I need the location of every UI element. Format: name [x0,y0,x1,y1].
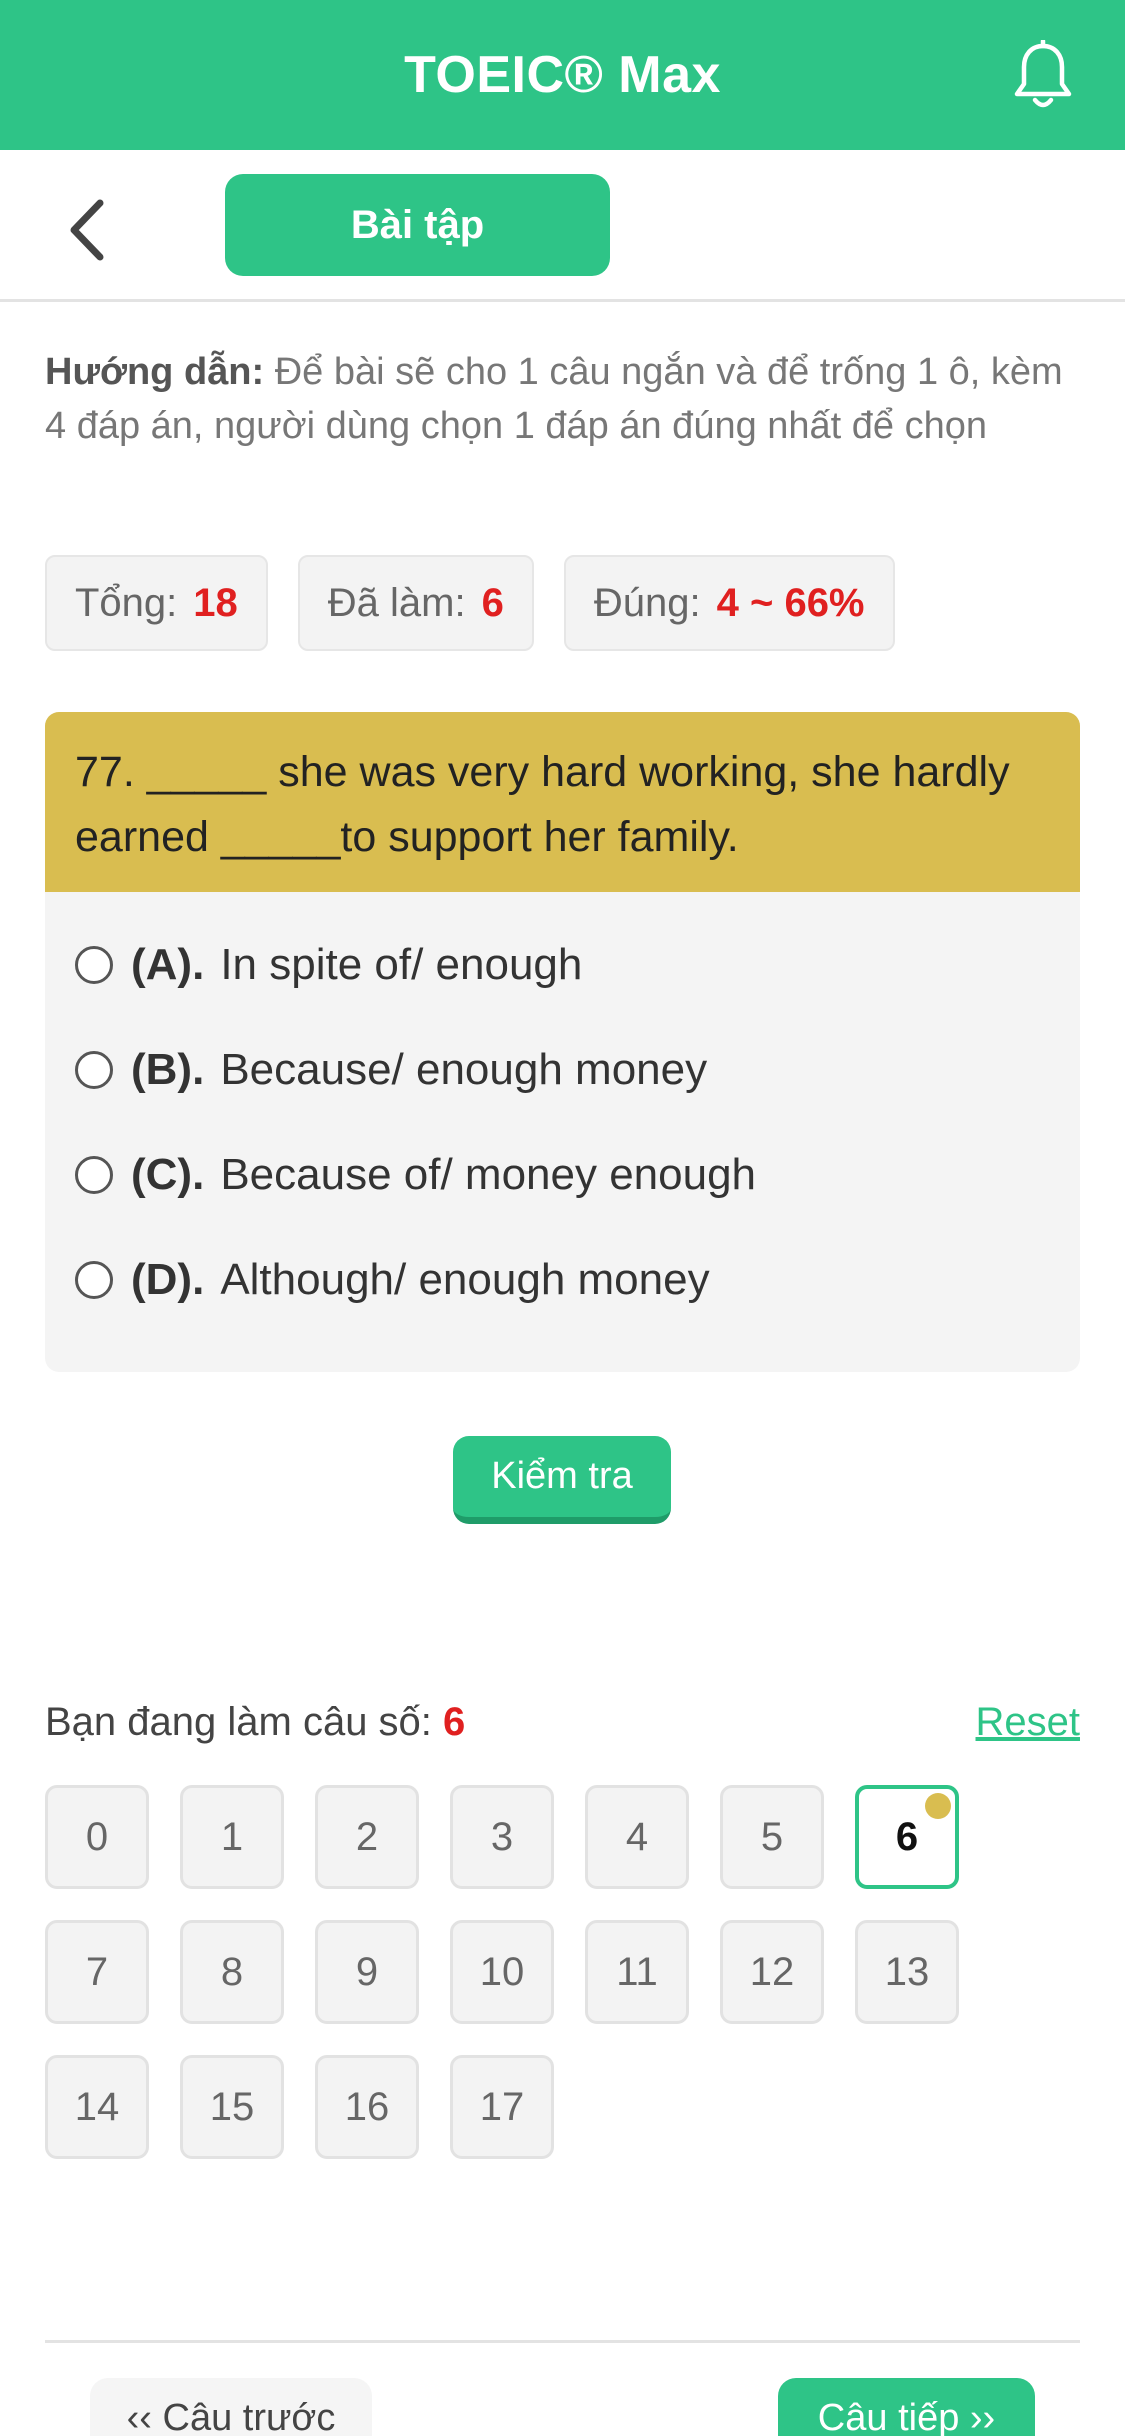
stat-total-value: 18 [193,580,238,625]
previous-question-button[interactable]: ‹‹ Câu trước [90,2378,372,2436]
page: TOEIC® Max Bài tập Hướng dẫn: Để bài sẽ … [0,0,1125,2436]
question-cell[interactable]: 2 [315,1785,419,1889]
radio-button[interactable] [75,945,113,984]
question-cell[interactable]: 5 [720,1785,824,1889]
question-cell-number: 6 [895,1814,919,1859]
question-cell[interactable]: 12 [720,1920,824,2024]
app-bar: TOEIC® Max [0,0,1125,150]
question-cell[interactable]: 0 [45,1785,149,1889]
option-text: In spite of/ enough [220,939,583,989]
divider [45,2340,1080,2343]
stat-total-label: Tổng: [75,580,178,625]
radio-button[interactable] [75,1260,113,1299]
question-cell[interactable]: 3 [450,1785,554,1889]
stat-total: Tổng: 18 [45,555,268,651]
option-d[interactable]: (D). Although/ enough money [45,1227,1080,1332]
stat-correct-label: Đúng: [593,580,701,625]
option-text: Because of/ money enough [220,1149,757,1199]
reset-link[interactable]: Reset [976,1700,1081,1745]
option-c[interactable]: (C). Because of/ money enough [45,1122,1080,1227]
option-letter: (B). [131,1044,205,1094]
question-cell[interactable]: 17 [450,2055,554,2159]
question-grid: 0 1 2 3 4 5 6 7 8 9 10 11 12 13 14 15 16… [45,1785,1085,2159]
option-a[interactable]: (A). In spite of/ enough [45,912,1080,1017]
stat-correct-value: 4 ~ 66% [716,580,865,625]
bell-icon[interactable] [1011,40,1075,112]
stat-done-label: Đã làm: [327,580,466,625]
stats-row: Tổng: 18 Đã làm: 6 Đúng: 4 ~ 66% [45,555,895,651]
stat-correct: Đúng: 4 ~ 66% [563,555,895,651]
question-cell[interactable]: 9 [315,1920,419,2024]
option-b[interactable]: (B). Because/ enough money [45,1017,1080,1122]
back-arrow-icon[interactable] [60,195,120,265]
option-text: Because/ enough money [220,1044,708,1094]
option-letter: (D). [131,1254,205,1304]
radio-button[interactable] [75,1050,113,1089]
question-cell[interactable]: 1 [180,1785,284,1889]
app-title: TOEIC® Max [404,46,721,104]
check-button[interactable]: Kiểm tra [453,1436,671,1524]
tab-exercise[interactable]: Bài tập [225,174,610,276]
question-cell[interactable]: 11 [585,1920,689,2024]
question-cell[interactable]: 10 [450,1920,554,2024]
instructions-label: Hướng dẫn: [45,351,265,393]
current-question-number: 6 [443,1700,466,1744]
radio-button[interactable] [75,1155,113,1194]
option-text: Although/ enough money [220,1254,710,1304]
question-cell[interactable]: 15 [180,2055,284,2159]
status-dot [925,1793,951,1819]
question-cell[interactable]: 14 [45,2055,149,2159]
option-letter: (C). [131,1149,205,1199]
option-letter: (A). [131,939,205,989]
question-text: 77. _____ she was very hard working, she… [45,712,1080,892]
current-question-label: Bạn đang làm câu số: 6 [45,1700,465,1745]
question-card: 77. _____ she was very hard working, she… [45,712,1080,1372]
stat-done-value: 6 [481,580,504,625]
question-cell[interactable]: 4 [585,1785,689,1889]
question-cell[interactable]: 7 [45,1920,149,2024]
question-cell[interactable]: 8 [180,1920,284,2024]
next-question-button[interactable]: Câu tiếp ›› [778,2378,1035,2436]
answer-options: (A). In spite of/ enough (B). Because/ e… [45,892,1080,1332]
stat-done: Đã làm: 6 [297,555,534,651]
question-cell[interactable]: 13 [855,1920,959,2024]
current-question-text: Bạn đang làm câu số: [45,1700,444,1744]
question-cell[interactable]: 16 [315,2055,419,2159]
instructions: Hướng dẫn: Để bài sẽ cho 1 câu ngắn và đ… [45,345,1085,453]
question-cell-current[interactable]: 6 [855,1785,959,1889]
sub-header: Bài tập [0,150,1125,302]
